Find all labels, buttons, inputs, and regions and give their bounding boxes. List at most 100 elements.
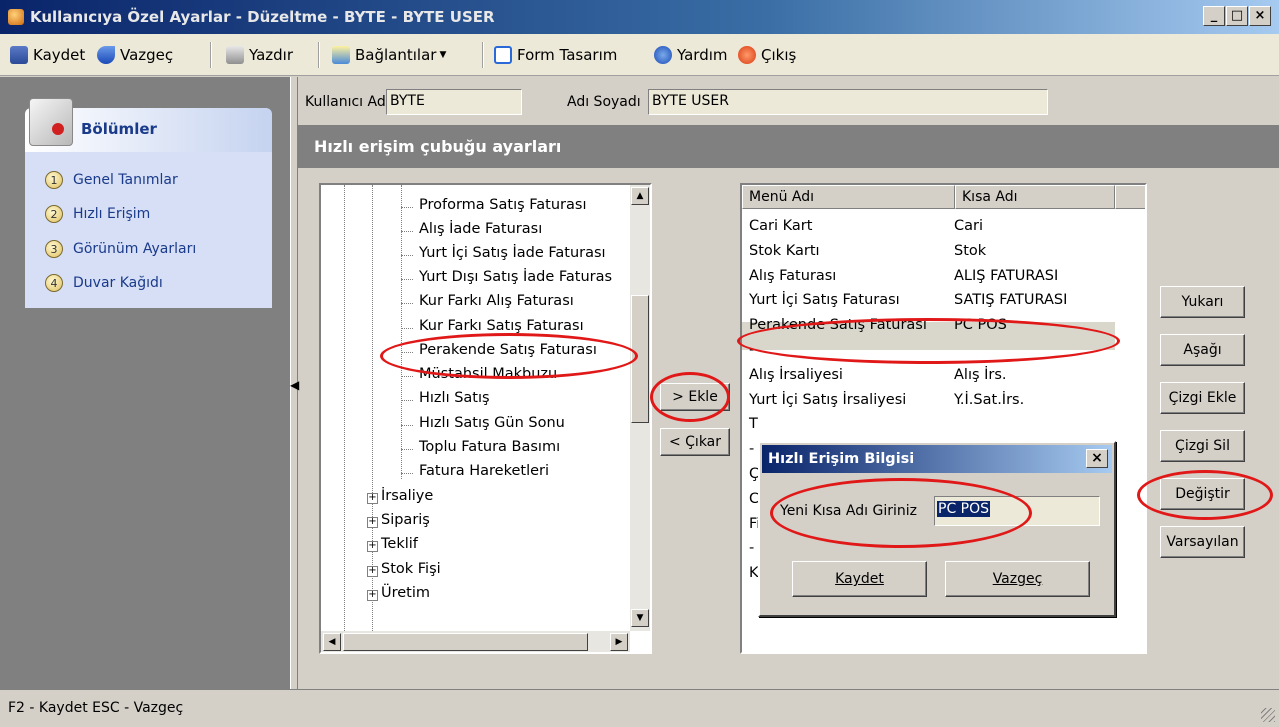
column-header-short[interactable]: Kısa Adı [955,185,1115,209]
dialog-close-button[interactable]: × [1086,449,1108,468]
help-button[interactable]: Yardım [654,44,728,66]
tree-item[interactable]: Proforma Satış Faturası [419,197,586,213]
grid-cell-menu[interactable]: Yurt İçi Satış İrsaliyesi [749,392,906,408]
print-button[interactable]: Yazdır [226,44,293,66]
sidebar-item-wallpaper[interactable]: 4 Duvar Kağıdı [45,271,163,295]
links-dropdown[interactable]: Bağlantılar ▼ [332,44,446,66]
grid-cell-menu[interactable]: Perakende Satış Faturası [749,317,927,333]
sidebar-item-general[interactable]: 1 Genel Tanımlar [45,168,178,192]
tree-guide [401,185,402,479]
grid-cell-menu[interactable]: Alış Faturası [749,268,836,284]
tree-group[interactable]: İrsaliye [381,488,433,504]
tree-connector [401,303,413,304]
grid-cell-short[interactable]: Stok [954,243,986,259]
column-header-menu[interactable]: Menü Adı [742,185,955,209]
tree-connector [401,425,413,426]
tree-group[interactable]: Sipariş [381,512,430,528]
tree-connector [401,400,413,401]
down-button[interactable]: Aşağı [1160,334,1245,366]
toolbar: Kaydet Vazgeç Yazdır Bağlantılar ▼ Form … [0,34,1279,76]
grid-cell-short[interactable]: PC POS [954,317,1007,333]
sidebar-item-label: Hızlı Erişim [73,206,151,222]
grid-cell-menu[interactable]: Alış İrsaliyesi [749,367,843,383]
sidebar-item-label: Duvar Kağıdı [73,275,163,291]
expand-icon[interactable]: + [367,517,378,528]
tree-group[interactable]: Üretim [381,585,430,601]
hscroll-thumb[interactable] [343,633,588,651]
grid-cell-menu[interactable]: - [749,540,754,556]
scroll-down-button[interactable]: ▼ [631,609,649,627]
fullname-field[interactable]: BYTE USER [648,89,1048,115]
tree-item[interactable]: Yurt Dışı Satış İade Faturas [419,269,612,285]
dialog-title: Hızlı Erişim Bilgisi [768,451,915,467]
form-design-button[interactable]: Form Tasarım [494,44,617,66]
dialog-cancel-button[interactable]: Vazgeç [945,561,1090,597]
sidebar-item-appearance[interactable]: 3 Görünüm Ayarları [45,237,196,261]
save-button[interactable]: Kaydet [10,44,85,66]
scroll-up-button[interactable]: ▲ [631,187,649,205]
menu-tree[interactable]: Proforma Satış Faturası Alış İade Faturas… [319,183,652,654]
add-line-button[interactable]: Çizgi Ekle [1160,382,1245,414]
expand-icon[interactable]: + [367,541,378,552]
tree-group[interactable]: Teklif [381,536,418,552]
username-field[interactable]: BYTE [386,89,522,115]
help-icon [654,46,672,64]
expand-icon[interactable]: + [367,590,378,601]
grid-cell-menu[interactable]: Cari Kart [749,218,812,234]
tree-guide [344,185,345,631]
tree-item[interactable]: Alış İade Faturası [419,221,542,237]
status-text: F2 - Kaydet ESC - Vazgeç [8,700,184,716]
change-button[interactable]: Değiştir [1160,478,1245,510]
remove-button[interactable]: < Çıkar [660,428,730,456]
exit-button[interactable]: Çıkış [738,44,796,66]
tree-connector [401,279,413,280]
tree-item[interactable]: Toplu Fatura Basımı [419,439,560,455]
grid-cell-short[interactable]: Alış İrs. [954,367,1007,383]
short-name-input[interactable]: PC POS [934,496,1100,526]
tree-item[interactable]: Perakende Satış Faturası [419,342,597,358]
minimize-button[interactable]: _ [1203,6,1225,26]
collapse-arrow-icon[interactable]: ◀ [290,378,299,392]
grid-cell-short[interactable]: SATIŞ FATURASI [954,292,1067,308]
grid-cell-short[interactable]: Y.İ.Sat.İrs. [954,392,1024,408]
expand-icon[interactable]: + [367,493,378,504]
tree-group[interactable]: Stok Fişi [381,561,441,577]
sections-header: Bölümler [25,98,272,152]
sidebar-item-quick-access[interactable]: 2 Hızlı Erişim [45,202,150,226]
tree-item[interactable]: Yurt İçi Satış İade Faturası [419,245,606,261]
scroll-thumb[interactable] [631,295,649,423]
tree-connector [401,231,413,232]
up-button[interactable]: Yukarı [1160,286,1245,318]
dialog-save-button[interactable]: Kaydet [792,561,927,597]
grid-cell-menu[interactable]: - [749,441,754,457]
scroll-left-button[interactable]: ◀ [323,633,341,651]
tree-item[interactable]: Hızlı Satış [419,390,490,406]
resize-grip-icon[interactable] [1261,708,1275,722]
grid-cell-menu[interactable]: T [749,416,758,432]
tree-item[interactable]: Müstahsil Makbuzu [419,366,557,382]
scroll-right-button[interactable]: ▶ [610,633,628,651]
defaults-button[interactable]: Varsayılan [1160,526,1245,558]
quick-access-dialog: Hızlı Erişim Bilgisi × Yeni Kısa Adı Gir… [758,441,1116,617]
grid-cell-menu[interactable]: Stok Kartı [749,243,820,259]
fullname-label: Adı Soyadı [567,94,641,110]
tree-connector [401,352,413,353]
tree-item[interactable]: Kur Farkı Satış Faturası [419,318,584,334]
tree-item[interactable]: Fatura Hareketleri [419,463,549,479]
tree-item[interactable]: Kur Farkı Alış Faturası [419,293,574,309]
toolbar-divider [318,42,320,68]
grid-cell-short[interactable]: Cari [954,218,983,234]
section-title: Hızlı erişim çubuğu ayarları [314,137,562,156]
close-window-button[interactable]: × [1249,6,1271,26]
cancel-button[interactable]: Vazgeç [97,44,173,66]
expand-icon[interactable]: + [367,566,378,577]
username-label: Kullanıcı Adı [305,94,390,110]
grid-cell-short[interactable]: ALIŞ FATURASI [954,268,1058,284]
grid-cell-menu[interactable]: - [749,342,754,358]
add-button[interactable]: > Ekle [660,383,730,411]
maximize-button[interactable]: □ [1226,6,1248,26]
tree-item[interactable]: Hızlı Satış Gün Sonu [419,415,565,431]
grid-cell-menu[interactable]: Yurt İçi Satış Faturası [749,292,900,308]
number-badge: 4 [45,274,63,292]
remove-line-button[interactable]: Çizgi Sil [1160,430,1245,462]
